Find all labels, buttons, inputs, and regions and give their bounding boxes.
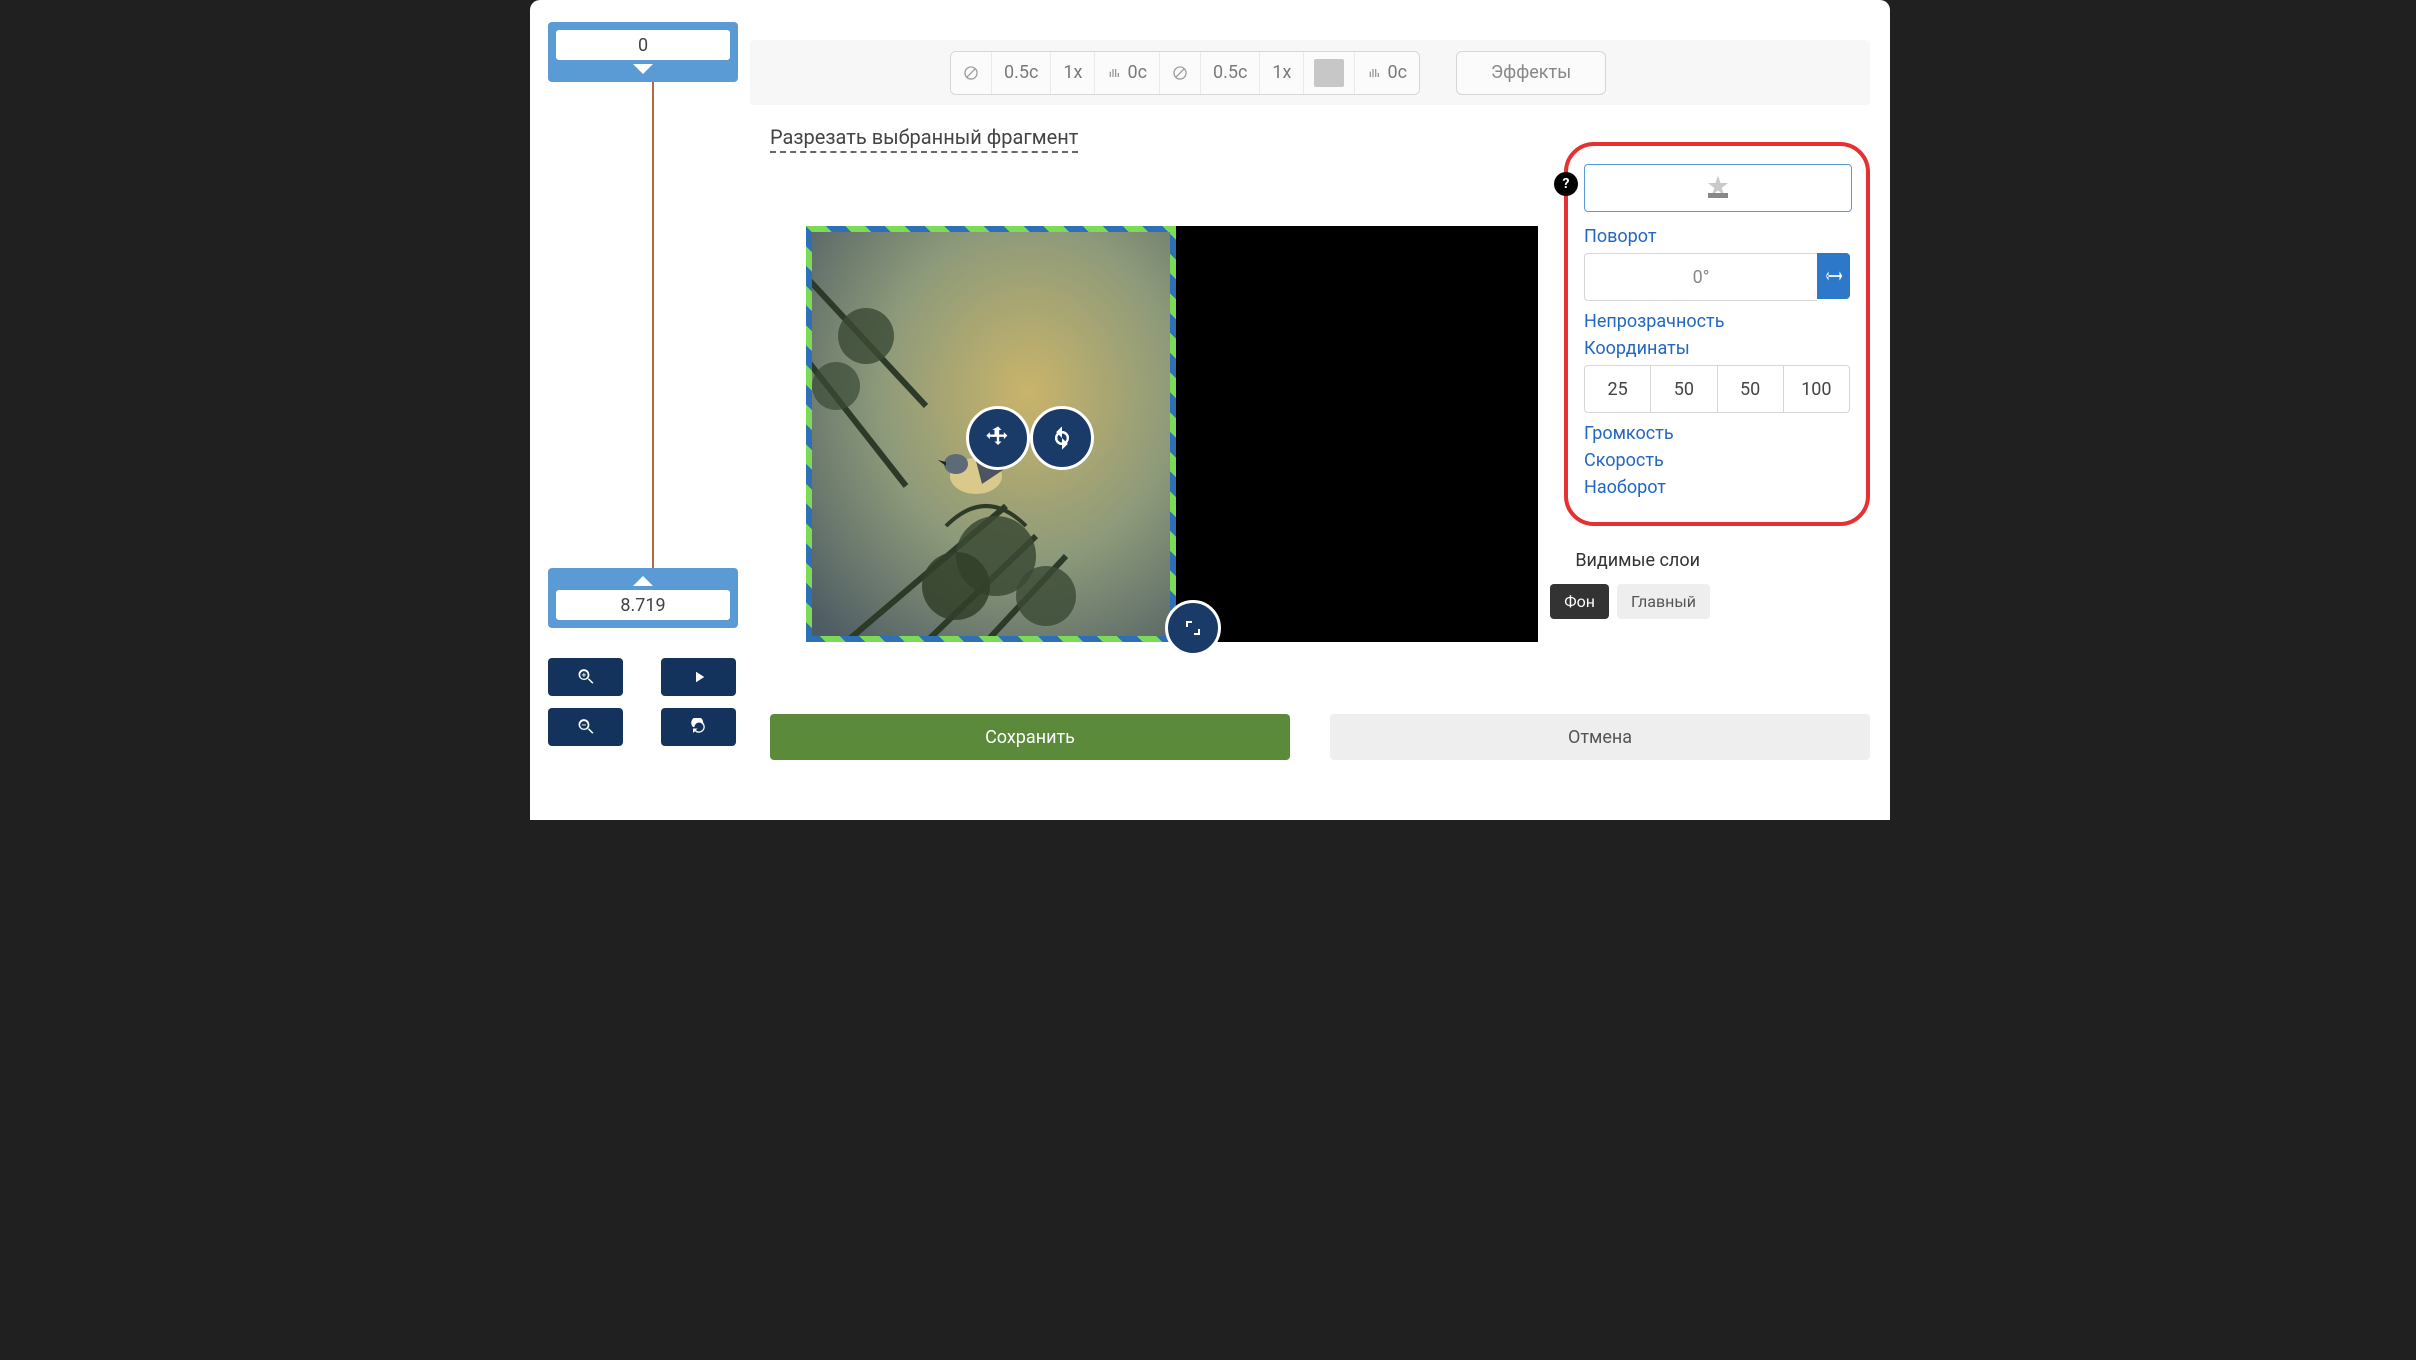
- rotate-handle[interactable]: [1030, 406, 1094, 470]
- coords-label[interactable]: Координаты: [1584, 338, 1850, 359]
- volume-icon: [1367, 65, 1383, 81]
- timeline-track[interactable]: [652, 82, 654, 568]
- rotation-input[interactable]: [1584, 253, 1817, 301]
- caret-up-icon: [633, 576, 653, 586]
- timeline-end-block[interactable]: [548, 568, 738, 628]
- cancel-button[interactable]: Отмена: [1330, 714, 1870, 760]
- disable-in-button[interactable]: [951, 52, 992, 94]
- disable-icon: [963, 65, 979, 81]
- play-button[interactable]: [661, 658, 736, 696]
- save-button[interactable]: Сохранить: [770, 714, 1290, 760]
- duration-in[interactable]: 0.5с: [992, 52, 1051, 94]
- color-swatch-preview: [1314, 59, 1344, 87]
- color-swatch[interactable]: [1304, 52, 1355, 94]
- volume-icon: [1107, 65, 1123, 81]
- visible-layers-title: Видимые слои: [1575, 550, 1700, 571]
- vol-out-time: 0с: [1387, 62, 1407, 83]
- timeline-start-block[interactable]: [548, 22, 738, 82]
- zoom-out-icon: [576, 717, 596, 737]
- layer-thumbnail[interactable]: [1584, 164, 1852, 212]
- coord-y1-input[interactable]: [1650, 365, 1717, 413]
- volume-in-button[interactable]: 0с: [1095, 52, 1160, 94]
- zoom-out-button[interactable]: [548, 708, 623, 746]
- preview-canvas[interactable]: [806, 226, 1538, 642]
- selected-layer[interactable]: [806, 226, 1176, 642]
- rotate-icon: [1048, 424, 1076, 452]
- speed-label[interactable]: Скорость: [1584, 450, 1850, 471]
- zoom-in-icon: [576, 667, 596, 687]
- cut-fragment-link[interactable]: Разрезать выбранный фрагмент: [770, 125, 1078, 153]
- play-icon: [690, 668, 708, 686]
- disable-icon: [1172, 65, 1188, 81]
- properties-panel: ? Поворот Непрозрачность Координаты Гром…: [1564, 142, 1870, 526]
- speed-in[interactable]: 1x: [1051, 52, 1095, 94]
- thumbnail-icon: [1703, 173, 1733, 203]
- rotation-label[interactable]: Поворот: [1584, 226, 1850, 247]
- move-handle[interactable]: [966, 406, 1030, 470]
- volume-label[interactable]: Громкость: [1584, 423, 1850, 444]
- caret-down-icon: [633, 64, 653, 74]
- coord-x1-input[interactable]: [1584, 365, 1651, 413]
- resize-icon: [1181, 616, 1205, 640]
- flip-horizontal-button[interactable]: [1817, 253, 1850, 299]
- zoom-in-button[interactable]: [548, 658, 623, 696]
- disable-out-button[interactable]: [1160, 52, 1201, 94]
- timeline-end-input[interactable]: [556, 590, 730, 620]
- help-badge[interactable]: ?: [1554, 172, 1578, 196]
- reverse-label[interactable]: Наоборот: [1584, 477, 1850, 498]
- toolbar: 0.5с 1x 0с 0.5с 1x 0с Эффекты: [750, 40, 1870, 105]
- reload-icon: [690, 718, 708, 736]
- opacity-label[interactable]: Непрозрачность: [1584, 311, 1850, 332]
- effects-button[interactable]: Эффекты: [1456, 51, 1606, 95]
- coord-y2-input[interactable]: [1783, 365, 1850, 413]
- reload-button[interactable]: [661, 708, 736, 746]
- vol-in-time: 0с: [1127, 62, 1147, 83]
- flip-h-icon: [1823, 265, 1845, 287]
- timeline-start-input[interactable]: [556, 30, 730, 60]
- duration-out[interactable]: 0.5с: [1201, 52, 1260, 94]
- move-icon: [984, 424, 1012, 452]
- resize-handle[interactable]: [1165, 600, 1221, 656]
- transition-in-group: 0.5с 1x 0с 0.5с 1x 0с: [950, 51, 1420, 95]
- layer-chip-bg[interactable]: Фон: [1550, 584, 1609, 619]
- coord-x2-input[interactable]: [1717, 365, 1784, 413]
- speed-out[interactable]: 1x: [1260, 52, 1304, 94]
- volume-out-button[interactable]: 0с: [1355, 52, 1419, 94]
- layer-chip-main[interactable]: Главный: [1617, 584, 1710, 619]
